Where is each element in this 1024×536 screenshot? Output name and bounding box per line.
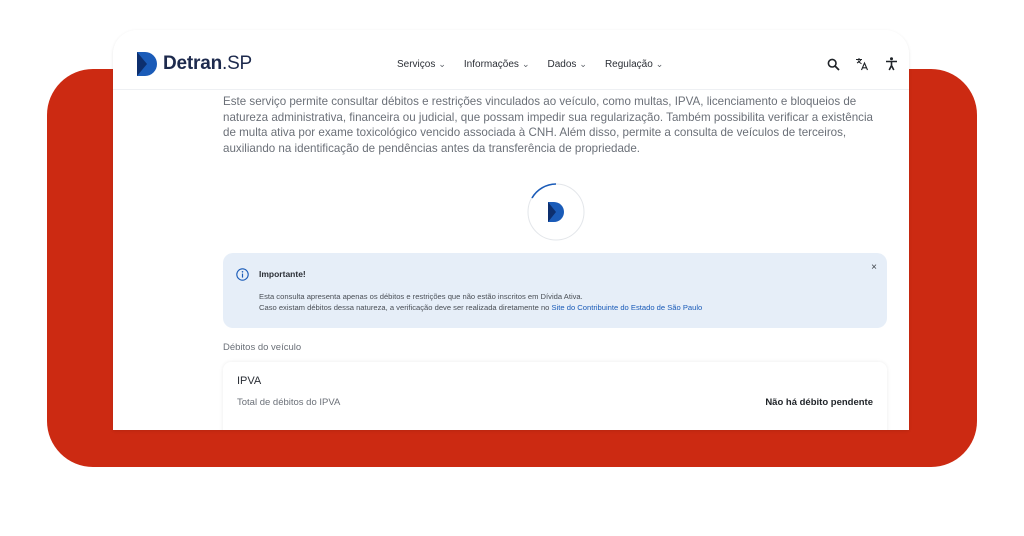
browser-window: Detran.SP Serviços ⌄ Informações ⌄ Dados ⌄ … — [113, 30, 909, 430]
loading-spinner — [526, 182, 586, 242]
important-alert: Importante! × Esta consulta apresenta ap… — [223, 253, 887, 328]
chevron-down-icon: ⌄ — [521, 59, 530, 69]
main-nav: Serviços ⌄ Informações ⌄ Dados ⌄ Regulação ⌄ — [397, 59, 681, 70]
alert-title: Importante! — [259, 269, 306, 279]
contribuinte-link[interactable]: Site do Contribuinte do Estado de São Pa… — [552, 303, 703, 312]
card-title: IPVA — [237, 375, 262, 387]
nav-servicos[interactable]: Serviços ⌄ — [397, 59, 446, 70]
detran-logo[interactable]: Detran.SP — [135, 51, 252, 77]
chevron-down-icon: ⌄ — [655, 59, 664, 69]
status-badge: Não há débito pendente — [765, 397, 873, 408]
alert-line-1: Esta consulta apresenta apenas os débito… — [259, 292, 583, 301]
alert-line-2: Caso existam débitos dessa natureza, a v… — [259, 303, 703, 312]
info-icon — [236, 268, 249, 281]
page: Detran.SP Serviços ⌄ Informações ⌄ Dados ⌄ … — [0, 0, 1024, 536]
card-label: Total de débitos do IPVA — [237, 397, 341, 408]
alert-body: Esta consulta apresenta apenas os débito… — [259, 291, 702, 313]
header-actions — [812, 56, 899, 72]
chevron-down-icon: ⌄ — [438, 59, 446, 69]
section-title: Débitos do veículo — [223, 342, 302, 353]
translate-icon[interactable] — [854, 56, 870, 72]
chevron-down-icon: ⌄ — [579, 59, 587, 69]
accessibility-icon[interactable] — [883, 56, 899, 72]
site-header: Detran.SP Serviços ⌄ Informações ⌄ Dados ⌄ … — [113, 30, 909, 90]
detran-logo-icon — [137, 52, 157, 76]
ipva-card: IPVA Total de débitos do IPVA Não há déb… — [223, 362, 887, 430]
close-icon[interactable]: × — [871, 262, 877, 273]
service-description: Este serviço permite consultar débitos e… — [223, 95, 873, 155]
main-content: Este serviço permite consultar débitos e… — [223, 94, 887, 430]
nav-informacoes[interactable]: Informações ⌄ — [464, 59, 530, 70]
search-icon[interactable] — [825, 56, 841, 72]
nav-dados[interactable]: Dados ⌄ — [547, 59, 586, 70]
logo-text: Detran.SP — [163, 53, 253, 74]
nav-regulacao[interactable]: Regulação ⌄ — [605, 59, 663, 70]
